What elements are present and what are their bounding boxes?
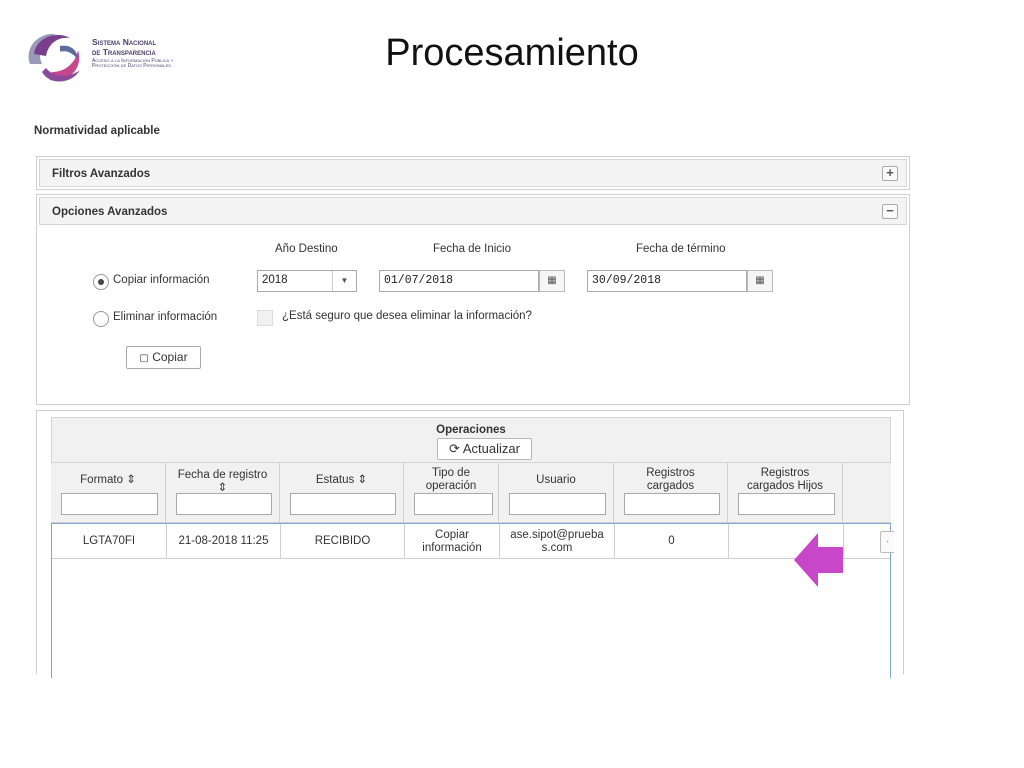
cell-formato: LGTA70FI <box>52 524 167 559</box>
cell-fecha-registro: 21-08-2018 11:25 <box>167 524 281 559</box>
operaciones-panel: Operaciones ⟳ Actualizar Formato ⇕ Fecha… <box>36 410 904 678</box>
filter-input[interactable] <box>624 493 720 515</box>
actualizar-button[interactable]: ⟳ Actualizar <box>437 438 532 460</box>
chevron-down-icon: ▼ <box>332 271 356 291</box>
filter-input[interactable] <box>509 493 606 515</box>
logo-line-3: Acceso a la Información Pública y Protec… <box>92 57 174 70</box>
cell-tipo-operacion: Copiar información <box>405 524 500 559</box>
column-label-2: cargados <box>646 480 695 492</box>
filter-input[interactable] <box>61 493 158 515</box>
opciones-header[interactable]: Opciones Avanzados − <box>39 197 907 225</box>
column-label: Registros <box>646 467 695 479</box>
filtros-panel: Filtros Avanzados + <box>36 156 910 190</box>
sort-icon[interactable]: ⇕ <box>126 474 136 486</box>
cell-usuario-line-1: ase.sipot@prueba <box>510 528 604 541</box>
column-formato[interactable]: Formato ⇕ <box>51 463 166 523</box>
opciones-panel: Opciones Avanzados − Año Destino Fecha d… <box>36 194 910 405</box>
fecha-inicio-label: Fecha de Inicio <box>433 243 511 255</box>
grid-header: Formato ⇕ Fecha de registro ⇕ Estatus ⇕ T… <box>51 463 891 523</box>
logo-line-2: de Transparencia <box>92 46 156 57</box>
cell-usuario-line-2: s.com <box>541 541 573 554</box>
operaciones-title: Operaciones <box>436 424 506 436</box>
column-registros-hijos: Registros cargados Hijos <box>728 463 843 523</box>
refresh-icon: ⟳ <box>449 441 460 456</box>
operaciones-header: Operaciones ⟳ Actualizar <box>51 417 891 463</box>
copy-icon: ▢ <box>139 353 149 364</box>
row-action-button[interactable]: · <box>880 531 894 553</box>
fecha-inicio-input[interactable]: 01/07/2018 <box>379 270 539 292</box>
anio-destino-label: Año Destino <box>275 243 338 255</box>
column-label: Formato <box>80 474 123 486</box>
eliminar-radio[interactable] <box>93 311 109 327</box>
table-row[interactable]: LGTA70FI 21-08-2018 11:25 RECIBIDO Copia… <box>52 524 894 559</box>
copiar-button-label: Copiar <box>152 350 188 364</box>
confirm-label: ¿Está seguro que desea eliminar la infor… <box>282 310 532 322</box>
filter-input[interactable] <box>738 493 835 515</box>
opciones-title: Opciones Avanzados <box>52 206 168 218</box>
collapse-icon[interactable]: − <box>882 204 898 219</box>
logo: Sistema Nacional de Transparencia Acceso… <box>20 24 180 90</box>
fecha-termino-label: Fecha de término <box>636 243 726 255</box>
column-label: Usuario <box>536 474 576 486</box>
calendar-icon[interactable]: ▦ <box>747 270 773 292</box>
filtros-header[interactable]: Filtros Avanzados + <box>39 159 907 187</box>
left-arrow-icon <box>794 533 843 587</box>
expand-icon[interactable]: + <box>882 166 898 181</box>
filter-input[interactable] <box>290 493 396 515</box>
cell-registros: 0 <box>615 524 729 559</box>
filtros-title: Filtros Avanzados <box>52 168 151 180</box>
copiar-radio-label: Copiar información <box>113 274 210 286</box>
filter-input[interactable] <box>176 493 272 515</box>
column-label: Registros <box>760 467 810 479</box>
calendar-icon[interactable]: ▦ <box>539 270 565 292</box>
section-label: Normatividad aplicable <box>34 125 160 137</box>
anio-select[interactable]: 2018 ▼ <box>257 270 357 292</box>
column-registros-cargados: Registros cargados <box>614 463 728 523</box>
copiar-radio[interactable] <box>93 274 109 290</box>
column-label: Tipo de <box>432 467 470 479</box>
cell-tipo-line-2: información <box>422 541 482 554</box>
grid-body: LGTA70FI 21-08-2018 11:25 RECIBIDO Copia… <box>51 523 894 678</box>
filter-input[interactable] <box>414 493 493 515</box>
column-label-2: cargados Hijos <box>746 480 824 492</box>
column-fecha-registro[interactable]: Fecha de registro ⇕ <box>166 463 280 523</box>
column-estatus[interactable]: Estatus ⇕ <box>280 463 404 523</box>
sort-icon[interactable]: ⇕ <box>357 474 367 486</box>
confirm-checkbox[interactable] <box>257 310 273 326</box>
anio-value: 2018 <box>262 274 288 286</box>
actualizar-label: Actualizar <box>462 441 520 456</box>
column-label: Fecha de registro <box>177 469 268 481</box>
cell-estatus: RECIBIDO <box>281 524 405 559</box>
cell-tipo-line-1: Copiar <box>435 528 469 541</box>
eliminar-radio-label: Eliminar información <box>113 311 218 323</box>
cell-usuario: ase.sipot@prueba s.com <box>500 524 615 559</box>
fecha-termino-input[interactable]: 30/09/2018 <box>587 270 747 292</box>
logo-emblem <box>28 33 80 82</box>
column-label-2: operación <box>425 480 477 492</box>
copiar-button[interactable]: ▢ Copiar <box>126 346 201 369</box>
column-tipo-operacion: Tipo de operación <box>404 463 499 523</box>
column-usuario: Usuario <box>499 463 614 523</box>
column-label: Estatus <box>315 474 355 486</box>
